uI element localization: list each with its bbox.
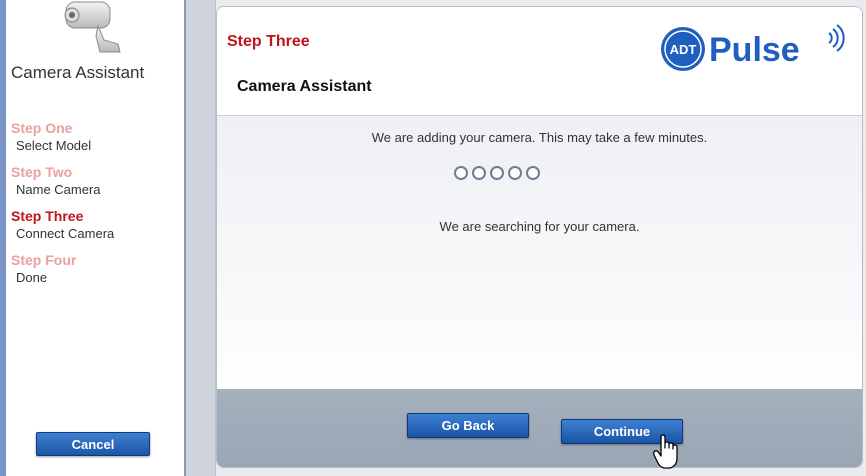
sidebar-step-two-title: Step Two — [11, 164, 73, 180]
adt-pulse-logo: ADT Pulse — [661, 24, 845, 71]
progress-dot — [508, 166, 522, 180]
sidebar-step-two-subtitle: Name Camera — [16, 182, 101, 197]
sidebar-step-three-title: Step Three — [11, 208, 84, 224]
go-back-button[interactable]: Go Back — [407, 413, 529, 438]
hand-cursor-icon — [653, 434, 678, 469]
page-title: Camera Assistant — [237, 78, 372, 95]
sidebar-step-four-title: Step Four — [11, 252, 77, 268]
panel-header: Step Three Camera Assistant ADT Pulse — [217, 7, 862, 115]
progress-indicator — [454, 166, 540, 180]
logo-text: Pulse — [709, 31, 800, 69]
sidebar-step-one-subtitle: Select Model — [16, 138, 92, 153]
sidebar-step-one-title: Step One — [11, 120, 73, 136]
step-label: Step Three — [227, 33, 310, 50]
progress-dot — [472, 166, 486, 180]
progress-dot — [526, 166, 540, 180]
main-panel: Step Three Camera Assistant ADT Pulse We… — [216, 6, 863, 468]
sidebar-step-three-subtitle: Connect Camera — [16, 226, 115, 241]
sidebar: Camera Assistant Step One Select Model S… — [0, 0, 186, 476]
security-camera-icon — [64, 1, 121, 53]
panel-divider — [186, 0, 216, 476]
progress-dot — [454, 166, 468, 180]
search-message: We are searching for your camera. — [439, 219, 640, 234]
button-bar: Go Back Continue — [217, 389, 862, 467]
sidebar-step-four-subtitle: Done — [16, 270, 48, 285]
progress-dot — [490, 166, 504, 180]
cancel-button[interactable]: Cancel — [36, 432, 150, 456]
adding-message: We are adding your camera. This may take… — [371, 130, 708, 145]
sidebar-title: Camera Assistant — [11, 63, 145, 82]
logo-badge-text: ADT — [670, 42, 697, 57]
content-area: We are adding your camera. This may take… — [217, 115, 862, 390]
